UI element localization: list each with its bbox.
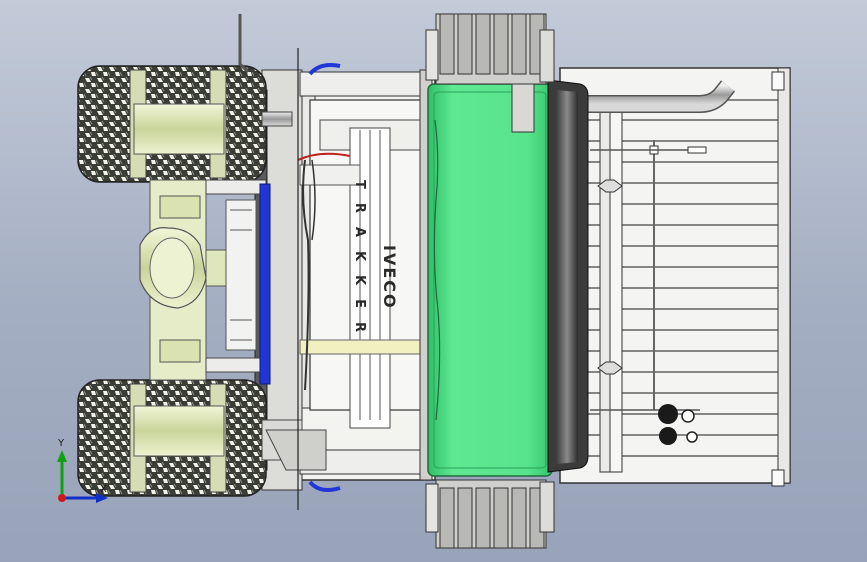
brand-main-text: IVECO — [380, 245, 399, 310]
rear-tire-top — [77, 65, 267, 183]
cad-viewport[interactable]: IVECO TRAKKER Y X — [0, 0, 867, 562]
front-wheel-top — [425, 13, 555, 85]
front-wheel-bottom — [425, 479, 555, 549]
truck-top-view-model: IVECO TRAKKER Y X — [57, 13, 791, 549]
rear-tire-bottom — [77, 379, 267, 497]
brand-sub-text: TRAKKER — [352, 180, 367, 346]
triad-x-label: X — [100, 484, 107, 495]
triad-y-label: Y — [57, 438, 65, 449]
cargo-bed — [559, 67, 791, 487]
radiator — [419, 69, 589, 481]
